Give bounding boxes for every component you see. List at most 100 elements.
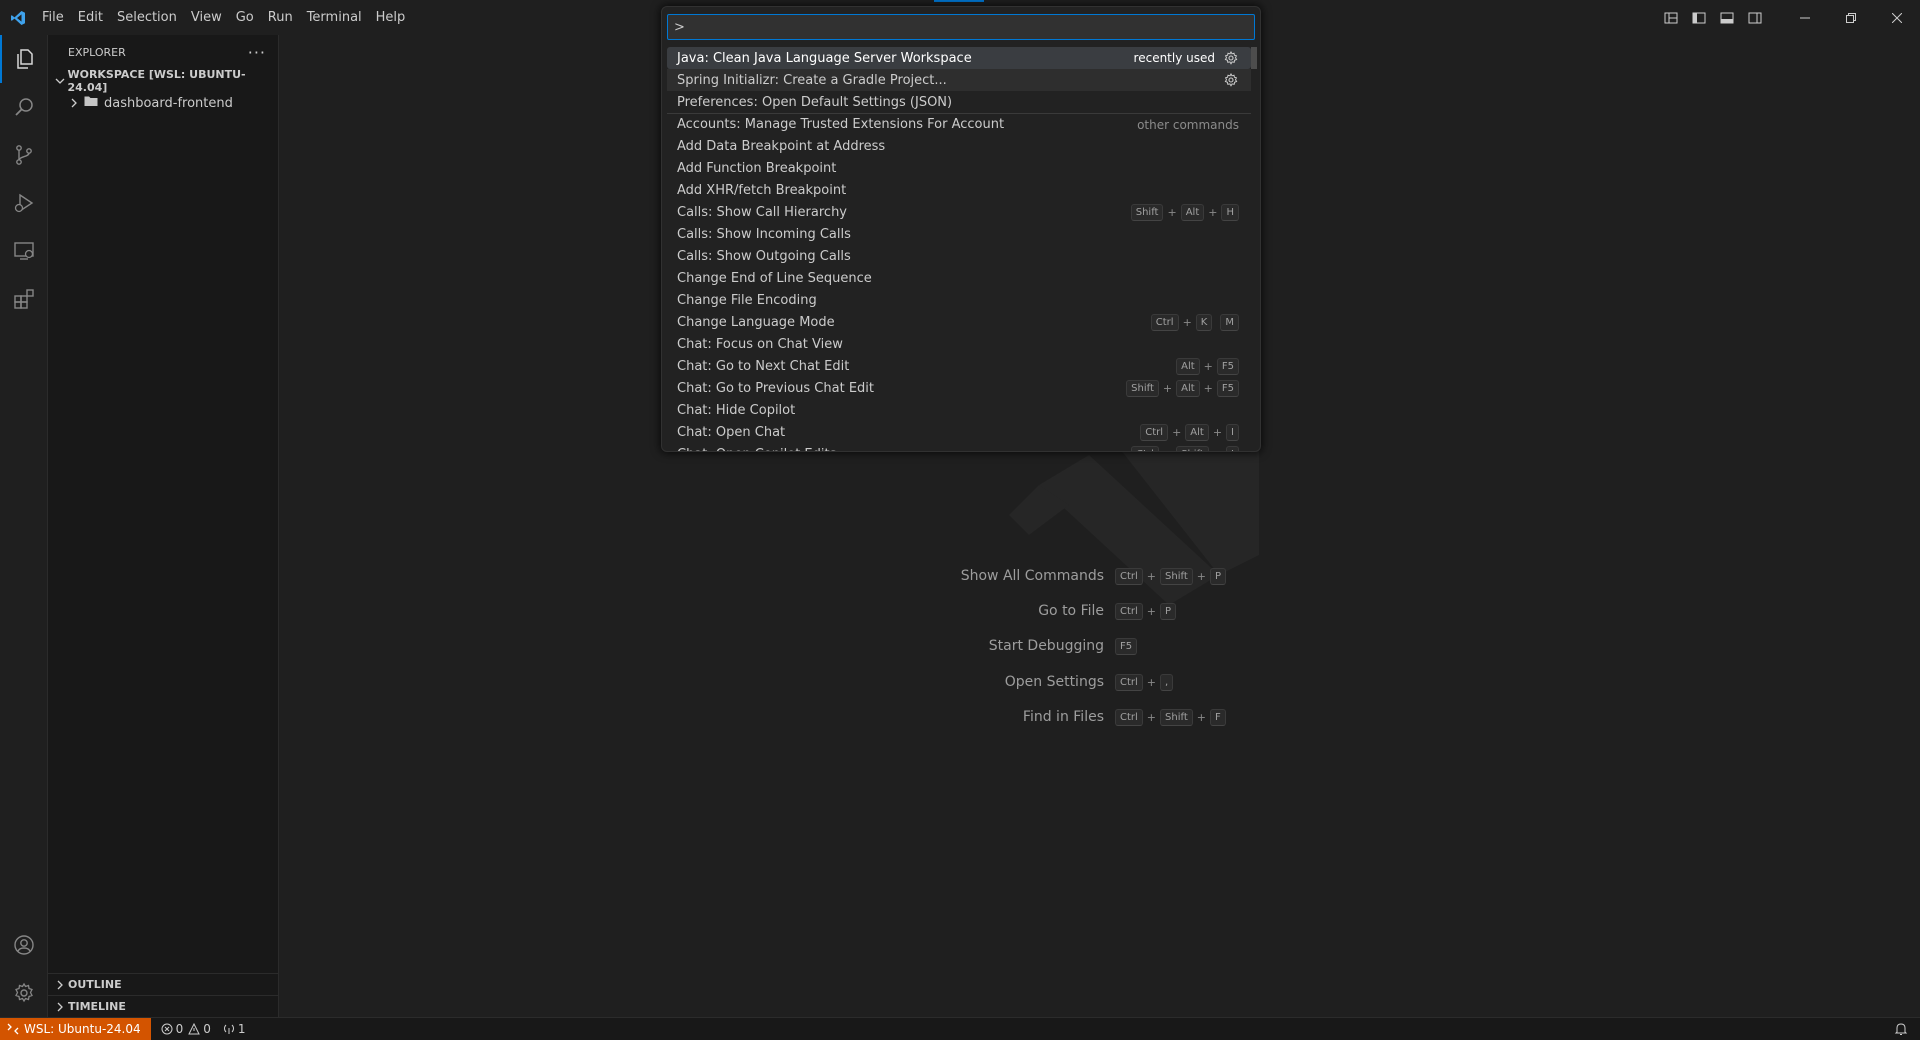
problems-indicator[interactable]: 0 0 xyxy=(155,1018,217,1040)
command-item[interactable]: Java: Clean Java Language Server Workspa… xyxy=(667,47,1251,69)
keybinding-key: F xyxy=(1209,708,1226,726)
command-item[interactable]: Chat: Focus on Chat View xyxy=(667,333,1251,355)
error-count: 0 xyxy=(175,1022,184,1036)
menu-help[interactable]: Help xyxy=(369,0,413,35)
remote-indicator[interactable]: WSL: Ubuntu-24.04 xyxy=(0,1018,151,1040)
run-debug-icon[interactable] xyxy=(0,179,48,227)
command-label: Java: Clean Java Language Server Workspa… xyxy=(677,50,972,66)
command-item[interactable]: Calls: Show Outgoing Calls xyxy=(667,245,1251,267)
outline-section-header[interactable]: OUTLINE xyxy=(48,973,279,995)
shortcut-label: Open Settings xyxy=(1004,674,1104,690)
menu-go[interactable]: Go xyxy=(229,0,261,35)
configure-keybinding-gear-icon[interactable] xyxy=(1223,50,1239,66)
toggle-primary-sidebar-icon[interactable] xyxy=(1686,5,1712,31)
ports-indicator[interactable]: 1 xyxy=(217,1018,252,1040)
command-item[interactable]: Calls: Show Call Hierarchy Shift + Alt + H xyxy=(667,201,1251,223)
command-item[interactable]: Add Function Breakpoint xyxy=(667,157,1251,179)
keybinding-key: Alt xyxy=(1185,423,1209,441)
command-meta xyxy=(1223,69,1239,91)
accounts-icon[interactable] xyxy=(0,921,48,969)
shortcut-keys: F5 xyxy=(1115,637,1138,655)
menu-selection[interactable]: Selection xyxy=(110,0,184,35)
keybinding-key: Alt xyxy=(1176,379,1200,397)
key-plus: + xyxy=(1203,381,1213,395)
menu-run[interactable]: Run xyxy=(261,0,300,35)
shortcut-keys: Ctrl +, xyxy=(1115,673,1174,691)
ports-count: 1 xyxy=(237,1022,246,1036)
workspace-section-header[interactable]: WORKSPACE [WSL: UBUNTU-24.04] xyxy=(48,68,278,94)
folder-name: dashboard-frontend xyxy=(104,95,233,111)
key-plus: + xyxy=(1146,675,1157,689)
chevron-right-icon xyxy=(52,977,68,993)
command-item[interactable]: Accounts: Manage Trusted Extensions For … xyxy=(667,113,1251,135)
command-meta: Shift + Alt + F5 xyxy=(1126,377,1239,399)
shortcut-row: Go to File Ctrl + P xyxy=(279,601,1920,621)
key-plus: + xyxy=(1146,604,1157,618)
command-item[interactable]: Add Data Breakpoint at Address xyxy=(667,135,1251,157)
command-label: Add Function Breakpoint xyxy=(677,160,837,176)
command-item[interactable]: Spring Initializr: Create a Gradle Proje… xyxy=(667,69,1251,91)
title-accent-bar xyxy=(934,0,984,2)
key-plus: + xyxy=(1163,448,1172,452)
configure-keybinding-gear-icon[interactable] xyxy=(1223,72,1239,88)
key-plus: + xyxy=(1203,359,1213,373)
keybinding-key: I xyxy=(1226,423,1239,441)
menu-view[interactable]: View xyxy=(184,0,229,35)
keybinding-key: F5 xyxy=(1115,637,1138,655)
menu-edit[interactable]: Edit xyxy=(71,0,110,35)
command-item[interactable]: Change File Encoding xyxy=(667,289,1251,311)
keybinding-key: Ctrl xyxy=(1115,673,1143,691)
command-label: Chat: Go to Next Chat Edit xyxy=(677,358,850,374)
command-item[interactable]: Change End of Line Sequence xyxy=(667,267,1251,289)
keybinding-key: Ctrl xyxy=(1131,445,1159,451)
keybinding-key: F5 xyxy=(1216,379,1239,397)
toggle-panel-icon[interactable] xyxy=(1714,5,1740,31)
customize-layout-icon[interactable] xyxy=(1658,5,1684,31)
timeline-section-header[interactable]: TIMELINE xyxy=(48,995,279,1017)
notifications-bell-icon[interactable] xyxy=(1894,1018,1908,1040)
command-item[interactable]: Chat: Open Chat Ctrl + Alt + I xyxy=(667,421,1251,443)
command-list: Java: Clean Java Language Server Workspa… xyxy=(667,47,1251,452)
command-item[interactable]: Add XHR/fetch Breakpoint xyxy=(667,179,1251,201)
menu-file[interactable]: File xyxy=(35,0,71,35)
keybinding-key: , xyxy=(1160,673,1174,691)
antenna-icon xyxy=(223,1024,234,1034)
search-icon[interactable] xyxy=(0,83,48,131)
command-label: Change End of Line Sequence xyxy=(677,270,872,286)
chevron-right-icon xyxy=(66,95,82,111)
explorer-title: EXPLORER xyxy=(68,46,126,59)
command-label: Change Language Mode xyxy=(677,314,835,330)
command-item[interactable]: Change Language Mode Ctrl + K M xyxy=(667,311,1251,333)
close-icon[interactable] xyxy=(1874,0,1920,35)
key-plus: + xyxy=(1182,315,1192,329)
keybinding-key: F5 xyxy=(1216,357,1239,375)
explorer-header: EXPLORER ··· xyxy=(48,35,278,70)
key-plus: + xyxy=(1208,205,1218,219)
command-label: Chat: Open Copilot Edits xyxy=(677,447,836,452)
extensions-icon[interactable] xyxy=(0,275,48,323)
command-label: Calls: Show Incoming Calls xyxy=(677,226,851,242)
command-item[interactable]: Chat: Go to Next Chat Edit Alt + F5 xyxy=(667,355,1251,377)
command-item[interactable]: Chat: Hide Copilot xyxy=(667,399,1251,421)
source-control-icon[interactable] xyxy=(0,131,48,179)
minimize-icon[interactable] xyxy=(1782,0,1828,35)
palette-scrollbar[interactable] xyxy=(1251,47,1257,69)
command-item[interactable]: Chat: Open Copilot Edits Ctrl + Shift + I xyxy=(667,443,1251,452)
explorer-icon[interactable] xyxy=(0,35,48,83)
folder-icon xyxy=(84,95,98,111)
menu-terminal[interactable]: Terminal xyxy=(300,0,369,35)
command-item[interactable]: Calls: Show Incoming Calls xyxy=(667,223,1251,245)
keybinding-key: I xyxy=(1226,445,1239,451)
remote-explorer-icon[interactable] xyxy=(0,227,48,275)
folder-row-dashboard-frontend[interactable]: dashboard-frontend xyxy=(48,92,278,114)
more-actions-icon[interactable]: ··· xyxy=(248,35,266,70)
manage-gear-icon[interactable] xyxy=(0,969,48,1017)
command-item[interactable]: Chat: Go to Previous Chat Edit Shift + Alt +… xyxy=(667,377,1251,399)
restore-icon[interactable] xyxy=(1828,0,1874,35)
command-item[interactable]: Preferences: Open Default Settings (JSON… xyxy=(667,91,1251,113)
toggle-secondary-sidebar-icon[interactable] xyxy=(1742,5,1768,31)
shortcut-row: Show All Commands Ctrl + Shift + P xyxy=(279,566,1920,586)
command-palette-input[interactable] xyxy=(667,14,1255,40)
command-label: Chat: Hide Copilot xyxy=(677,402,796,418)
keybinding-key: Shift xyxy=(1160,567,1193,585)
